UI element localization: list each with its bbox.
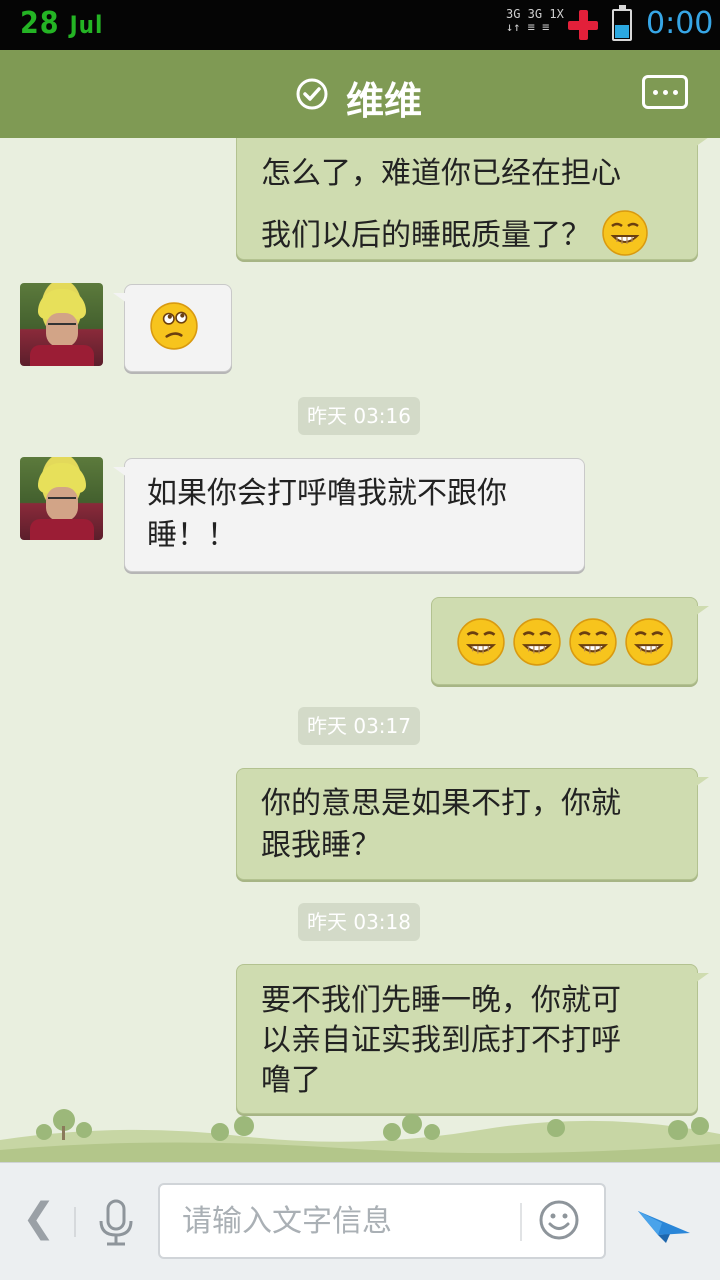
message-bubble-outgoing[interactable]: 怎么了，难道你已经在担心 我们以后的睡眠质量了？ (236, 138, 709, 260)
status-month: Jul (69, 11, 104, 39)
message-text: 你的意思是如果不打，你就 (261, 786, 621, 821)
message-input-container (158, 1183, 606, 1259)
more-options-button[interactable] (642, 75, 688, 109)
avatar-glasses (48, 323, 76, 329)
message-text: 要不我们先睡一晚，你就可 (261, 983, 621, 1018)
message-bubble-outgoing[interactable]: 要不我们先睡一晚，你就可 以亲自证实我到底打不打呼 噜了 (236, 964, 709, 1114)
timestamp: 昨天 03:18 (298, 903, 420, 941)
send-icon[interactable] (636, 1193, 692, 1245)
header-zigzag-edge (0, 128, 720, 138)
network-bars: ↓↑ ≡ ≡ (506, 20, 550, 34)
avatar-face (46, 313, 78, 347)
message-text: 我们以后的睡眠质量了？ (261, 205, 673, 267)
back-arrow-icon[interactable]: ❮ (22, 1195, 56, 1241)
dot-icon (663, 90, 668, 95)
grin-emoji-icon (457, 618, 505, 666)
message-text: 噜了 (261, 1063, 321, 1098)
status-bar: 28 Jul 3G 3G 1X ↓↑ ≡ ≡ 0:00 (0, 0, 720, 50)
health-cross-icon (568, 10, 598, 40)
message-text: 怎么了，难道你已经在担心 (261, 156, 621, 191)
message-text: 以亲自证实我到底打不打呼 (261, 1023, 621, 1058)
dot-icon (673, 90, 678, 95)
battery-level (615, 25, 629, 38)
grin-emoji-icon (513, 618, 561, 666)
smiley-icon[interactable] (538, 1199, 580, 1241)
avatar-scarf (30, 345, 94, 366)
divider (520, 1203, 522, 1241)
contact-avatar[interactable] (20, 457, 103, 540)
contact-name: 维维 (346, 79, 423, 123)
grin-emoji-icon (625, 618, 673, 666)
contact-avatar[interactable] (20, 283, 103, 366)
divider (74, 1207, 76, 1237)
confused-emoji-icon (150, 302, 198, 350)
message-text: 如果你会打呼噜我就不跟你 (147, 476, 507, 511)
message-bubble-incoming[interactable]: 如果你会打呼噜我就不跟你 睡！！ (113, 458, 585, 572)
timestamp: 昨天 03:16 (298, 397, 420, 435)
microphone-icon[interactable] (96, 1199, 136, 1247)
message-bubble-outgoing[interactable] (431, 597, 709, 685)
dot-icon (653, 90, 658, 95)
status-date: 28 Jul (20, 6, 103, 41)
landscape-decoration (0, 1109, 720, 1162)
message-text: 睡！！ (147, 518, 237, 553)
avatar-glasses (48, 497, 76, 503)
message-input[interactable] (182, 1201, 512, 1241)
input-bar: ❮ (0, 1162, 720, 1280)
check-circle-icon (296, 78, 328, 110)
avatar-face (46, 487, 78, 521)
timestamp: 昨天 03:17 (298, 707, 420, 745)
chat-message-list[interactable]: 怎么了，难道你已经在担心 我们以后的睡眠质量了？ 昨天 03:16 如果你会打呼… (0, 138, 720, 1162)
message-text-line: 我们以后的睡眠质量了？ (261, 218, 591, 253)
message-bubble-outgoing[interactable]: 你的意思是如果不打，你就 跟我睡？ (236, 768, 709, 880)
status-day: 28 (20, 6, 60, 41)
grin-emoji-icon (569, 618, 617, 666)
battery-icon (612, 5, 632, 41)
grin-emoji-icon (601, 209, 648, 256)
message-text: 跟我睡？ (261, 828, 381, 863)
status-time: 0:00 (646, 6, 714, 41)
network-signal-icon: 3G 3G 1X ↓↑ ≡ ≡ (506, 8, 564, 34)
avatar-scarf (30, 519, 94, 540)
message-bubble-incoming[interactable] (113, 284, 232, 372)
